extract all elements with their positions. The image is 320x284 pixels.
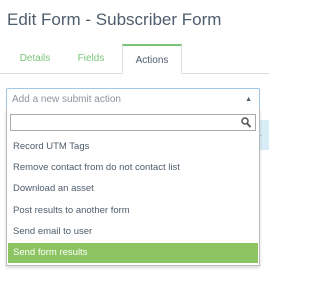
tab-bar: Details Fields Actions (0, 44, 269, 74)
submit-action-dropdown: Record UTM Tags Remove contact from do n… (6, 109, 260, 266)
option-record-utm-tags[interactable]: Record UTM Tags (8, 137, 258, 157)
dropdown-search[interactable] (10, 114, 256, 131)
tab-details[interactable]: Details (8, 44, 62, 73)
submit-action-select[interactable]: Add a new submit action ▲ (6, 88, 260, 110)
select-placeholder: Add a new submit action (12, 94, 121, 105)
tab-fields[interactable]: Fields (66, 44, 116, 73)
option-post-results[interactable]: Post results to another form (8, 201, 258, 221)
tab-actions[interactable]: Actions (122, 44, 182, 74)
option-send-email-user[interactable]: Send email to user (8, 222, 258, 242)
option-remove-from-dnc[interactable]: Remove contact from do not contact list (8, 158, 258, 178)
dropdown-search-input[interactable] (13, 116, 238, 129)
search-icon (241, 117, 251, 128)
page-title: Edit Form - Subscriber Form (7, 10, 222, 29)
caret-up-icon: ▲ (245, 96, 252, 103)
option-download-asset[interactable]: Download an asset (8, 179, 258, 199)
option-send-form-results[interactable]: Send form results (8, 243, 258, 263)
